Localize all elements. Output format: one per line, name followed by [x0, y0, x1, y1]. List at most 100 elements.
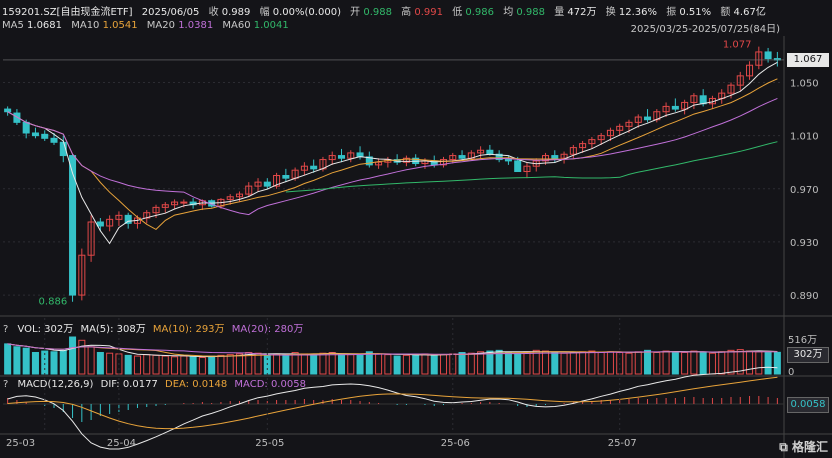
x-axis-label: 25-03	[6, 438, 35, 449]
max-price-label: 1.077	[723, 40, 752, 51]
volume-bar-down	[282, 354, 290, 375]
candle-down	[41, 133, 49, 139]
volume-bar-down	[764, 351, 772, 375]
volume-bar-up	[606, 351, 614, 375]
volume-tick-label: 0	[788, 367, 794, 378]
volume-bar-up	[681, 351, 689, 375]
volume-bar-up	[78, 339, 86, 375]
volume-bar-down	[504, 351, 512, 375]
volume-bar-down	[356, 354, 364, 375]
candle-down	[458, 155, 466, 159]
volume-bar-down	[644, 349, 652, 375]
volume-bar-down	[69, 336, 77, 375]
volume-bar-up	[718, 351, 726, 375]
candle-down	[644, 116, 652, 121]
volume-bar-up	[625, 352, 633, 375]
x-axis-label: 25-07	[608, 438, 637, 449]
volume-bar-down	[22, 347, 30, 375]
candle-down	[764, 51, 772, 60]
volume-bar-down	[551, 351, 559, 375]
volume-bar-down	[514, 352, 522, 375]
x-axis-label: 25-06	[441, 438, 470, 449]
volume-bar-up	[133, 355, 141, 375]
candle-down	[551, 155, 559, 159]
macd-help-icon[interactable]: ?	[3, 379, 8, 390]
volume-bar-up	[226, 354, 234, 375]
price-tick-label: 0.970	[790, 185, 819, 196]
macd-legend-value: MACD: 0.0058	[234, 379, 306, 390]
volume-bar-up	[662, 350, 670, 375]
price-tick-label: 0.930	[790, 238, 819, 249]
volume-bar-up	[579, 351, 587, 375]
volume-bar-up	[235, 353, 243, 375]
volume-legend-ma5: MA(5): 308万	[80, 324, 146, 335]
chart-root: { "header": { "symbol": "159201.SZ[自由现金流…	[0, 0, 832, 458]
volume-legend: ? VOL: 302万 MA(5): 308万 MA(10): 293万 MA(…	[3, 320, 303, 335]
candle-down	[22, 121, 30, 134]
volume-bar-up	[690, 350, 698, 375]
volume-bar-down	[310, 354, 318, 375]
volume-bar-down	[4, 343, 12, 375]
volume-bar-up	[708, 352, 716, 375]
volume-bar-up	[597, 351, 605, 375]
volume-ma5-line	[7, 343, 778, 358]
candle-down	[504, 159, 512, 162]
x-axis-label: 25-04	[107, 438, 136, 449]
volume-bar-up	[755, 351, 763, 375]
volume-bar-up	[328, 351, 336, 375]
candle-down	[486, 149, 494, 155]
volume-bar-up	[523, 351, 531, 375]
macd-legend-title: MACD(12,26,9)	[17, 379, 94, 390]
macd-legend-dif: DIF: 0.0177	[100, 379, 158, 390]
candle-down	[514, 160, 522, 173]
volume-bar-up	[180, 355, 188, 375]
volume-tick-label: 516万	[788, 335, 817, 346]
candle-down	[96, 221, 104, 227]
volume-bar-up	[254, 352, 262, 375]
volume-bar-up	[375, 353, 383, 375]
volume-bar-down	[13, 346, 21, 375]
watermark-logo: ⧉ 格隆汇	[779, 438, 828, 455]
price-tick-label: 1.010	[790, 132, 819, 143]
price-tick-label: 1.050	[790, 79, 819, 90]
volume-bar-up	[106, 352, 114, 375]
macd-legend: ? MACD(12,26,9) DIF: 0.0177 DEA: 0.0148 …	[3, 379, 306, 390]
current-volume-tag: 302万	[787, 347, 829, 363]
volume-bar-down	[671, 351, 679, 375]
volume-bar-up	[746, 350, 754, 375]
volume-legend-ma20: MA(20): 280万	[231, 324, 304, 335]
volume-bar-up	[143, 354, 151, 375]
volume-bar-down	[699, 351, 707, 375]
volume-bar-down	[412, 354, 420, 375]
candle-down	[263, 181, 271, 187]
volume-bar-down	[208, 355, 216, 375]
volume-bar-up	[273, 353, 281, 375]
volume-bar-down	[189, 356, 197, 375]
volume-legend-ma10: MA(10): 293万	[152, 324, 225, 335]
volume-bar-down	[365, 351, 373, 375]
x-axis-label: 25-05	[255, 438, 284, 449]
volume-bar-down	[31, 351, 39, 375]
volume-bar-up	[560, 352, 568, 375]
volume-bar-up	[161, 355, 169, 375]
volume-bar-up	[171, 356, 179, 375]
volume-bar-up	[467, 352, 475, 375]
volume-help-icon[interactable]: ?	[3, 324, 8, 335]
price-tick-label: 0.890	[790, 291, 819, 302]
volume-bar-down	[430, 354, 438, 375]
volume-bar-up	[542, 350, 550, 375]
candle-down	[337, 155, 346, 159]
candle-down	[31, 132, 39, 137]
volume-bar-down	[773, 351, 781, 375]
candle-down	[282, 175, 290, 179]
volume-bar-up	[439, 354, 448, 375]
candle-down	[699, 95, 707, 105]
volume-bar-up	[727, 349, 735, 375]
volume-bar-down	[393, 355, 401, 375]
volume-bar-down	[59, 349, 67, 375]
ma5-line	[7, 61, 778, 245]
current-price-tag: 1.067	[787, 53, 829, 67]
watermark-icon: ⧉	[779, 440, 792, 454]
volume-bar-down	[50, 351, 58, 375]
volume-bar-up	[532, 349, 540, 375]
